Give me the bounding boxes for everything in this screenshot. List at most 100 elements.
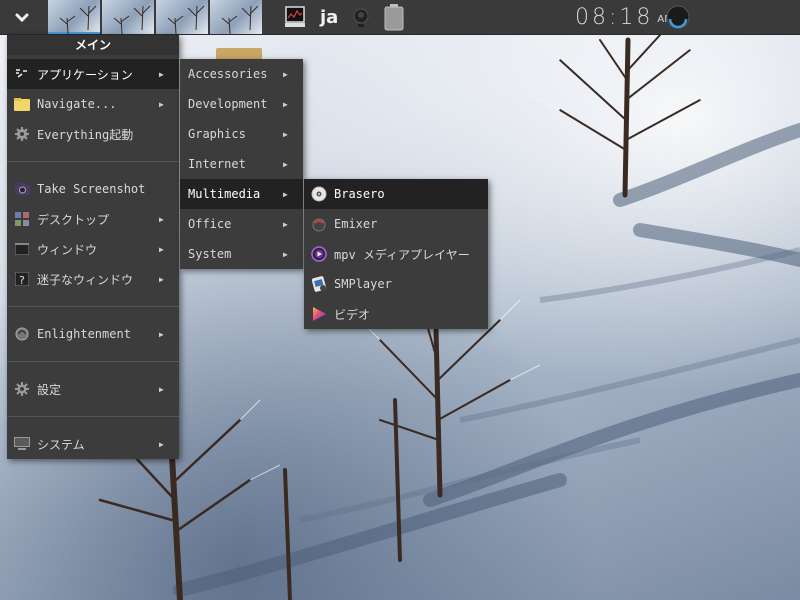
menu-item-enlightenment[interactable]: Enlightenment ▸ [7, 319, 179, 349]
menu-item-label: Navigate... [37, 97, 117, 111]
menu-item-label: Accessories [188, 67, 268, 81]
submenu-arrow-icon: ▸ [157, 437, 165, 451]
submenu-arrow-icon: ▸ [157, 327, 165, 341]
menu-item-label: Graphics [188, 127, 246, 141]
menu-item-label: デスクトップ [37, 212, 110, 227]
menu-item-label: システム [37, 437, 85, 452]
submenu-arrow-icon: ▸ [157, 382, 165, 396]
pager-desk-3[interactable] [156, 0, 208, 34]
menu-item-system[interactable]: システム ▸ [7, 429, 179, 459]
menu-item-label: Everything起動 [37, 127, 134, 142]
menu-item-brasero[interactable]: Brasero [304, 179, 488, 209]
volume-knob-icon[interactable] [352, 0, 370, 34]
multimedia-submenu: Brasero Emixer mpv メディアプレイヤー SMPlayer ビデ… [304, 179, 488, 329]
submenu-arrow-icon: ▸ [157, 97, 165, 111]
clock-time: 08:18 [575, 4, 654, 30]
menu-item-development[interactable]: Development ▸ [180, 89, 303, 119]
menu-item-everything[interactable]: Everything起動 [7, 119, 179, 149]
camera-icon [13, 181, 31, 197]
menu-item-label: Office [188, 217, 232, 231]
power-orb-icon[interactable] [666, 5, 690, 29]
menu-item-label: Internet [188, 157, 246, 171]
menu-item-system-apps[interactable]: System ▸ [180, 239, 303, 269]
menu-item-label: SMPlayer [334, 277, 392, 291]
menu-item-label: Development [188, 97, 268, 111]
video-play-icon [310, 306, 328, 322]
smplayer-icon [310, 276, 328, 292]
emixer-icon [310, 216, 328, 232]
submenu-arrow-icon: ▸ [157, 242, 165, 256]
menu-item-smplayer[interactable]: SMPlayer [304, 269, 488, 299]
submenu-arrow-icon: ▸ [281, 247, 289, 261]
menu-item-take-screenshot[interactable]: Take Screenshot [7, 174, 179, 204]
submenu-arrow-icon: ▸ [281, 157, 289, 171]
main-menu-title: メイン [7, 35, 179, 55]
menu-item-internet[interactable]: Internet ▸ [180, 149, 303, 179]
submenu-arrow-icon: ▸ [157, 212, 165, 226]
menu-item-office[interactable]: Office ▸ [180, 209, 303, 239]
menu-item-mpv[interactable]: mpv メディアプレイヤー [304, 239, 488, 269]
menu-item-desktop[interactable]: デスクトップ ▸ [7, 204, 179, 234]
submenu-arrow-icon: ▸ [157, 272, 165, 286]
clock[interactable]: 08:18 AM [575, 0, 673, 34]
menu-item-settings[interactable]: 設定 ▸ [7, 374, 179, 404]
menu-item-video[interactable]: ビデオ [304, 299, 488, 329]
main-menu: メイン アプリケーション ▸ Navigate... ▸ Everything起… [7, 35, 179, 459]
menu-item-label: Brasero [334, 187, 385, 201]
lost-window-icon: ? [13, 271, 31, 287]
system-monitor-icon[interactable] [284, 0, 306, 34]
battery-icon[interactable] [384, 0, 404, 34]
window-icon [13, 241, 31, 257]
desktop-icon [13, 211, 31, 227]
mpv-icon [310, 246, 328, 262]
menu-item-label: ウィンドウ [37, 242, 98, 257]
system-tray: ja [284, 0, 418, 34]
computer-icon [13, 436, 31, 452]
menu-separator [7, 306, 179, 307]
menu-separator [7, 416, 179, 417]
menu-item-navigate[interactable]: Navigate... ▸ [7, 89, 179, 119]
menu-item-lost-windows[interactable]: ? 迷子なウィンドウ ▸ [7, 264, 179, 294]
brasero-disc-icon [310, 186, 328, 202]
pager-desk-2[interactable] [102, 0, 154, 34]
applications-icon [13, 66, 31, 82]
menu-item-label: System [188, 247, 232, 261]
pager-desk-1[interactable] [48, 0, 100, 34]
submenu-arrow-icon: ▸ [281, 97, 289, 111]
menu-item-label: 設定 [37, 382, 62, 397]
menu-item-label: Take Screenshot [37, 182, 146, 196]
virtual-desktop-pager[interactable] [48, 0, 264, 34]
menu-item-label: アプリケーション [37, 67, 133, 82]
keyboard-language-indicator[interactable]: ja [320, 0, 338, 34]
chevron-down-icon [15, 8, 29, 27]
menu-item-emixer[interactable]: Emixer [304, 209, 488, 239]
menu-item-label: mpv メディアプレイヤー [334, 247, 470, 262]
menu-item-label: Multimedia [188, 187, 261, 201]
menu-item-label: ビデオ [334, 307, 371, 322]
folder-icon [13, 96, 31, 112]
enlightenment-icon [13, 326, 31, 342]
menu-item-label: Enlightenment [37, 327, 131, 341]
submenu-arrow-icon: ▸ [281, 187, 289, 201]
menu-item-accessories[interactable]: Accessories ▸ [180, 59, 303, 89]
menu-separator [7, 161, 179, 162]
gear-icon [13, 126, 31, 142]
language-label: ja [320, 6, 339, 28]
svg-text:?: ? [19, 274, 25, 286]
menu-separator [7, 361, 179, 362]
pager-desk-4[interactable] [210, 0, 262, 34]
menu-item-applications[interactable]: アプリケーション ▸ [7, 59, 179, 89]
menu-item-label: Emixer [334, 217, 378, 231]
menu-item-label: 迷子なウィンドウ [37, 272, 134, 287]
submenu-arrow-icon: ▸ [281, 217, 289, 231]
menu-item-multimedia[interactable]: Multimedia ▸ [180, 179, 303, 209]
top-shelf: ja 08:18 AM [0, 0, 800, 35]
gear-icon [13, 381, 31, 397]
submenu-arrow-icon: ▸ [281, 127, 289, 141]
menu-item-windows[interactable]: ウィンドウ ▸ [7, 234, 179, 264]
menu-item-graphics[interactable]: Graphics ▸ [180, 119, 303, 149]
submenu-arrow-icon: ▸ [157, 67, 165, 81]
start-menu-button[interactable] [0, 0, 44, 34]
applications-submenu: Accessories ▸ Development ▸ Graphics ▸ I… [180, 59, 303, 269]
submenu-arrow-icon: ▸ [281, 67, 289, 81]
